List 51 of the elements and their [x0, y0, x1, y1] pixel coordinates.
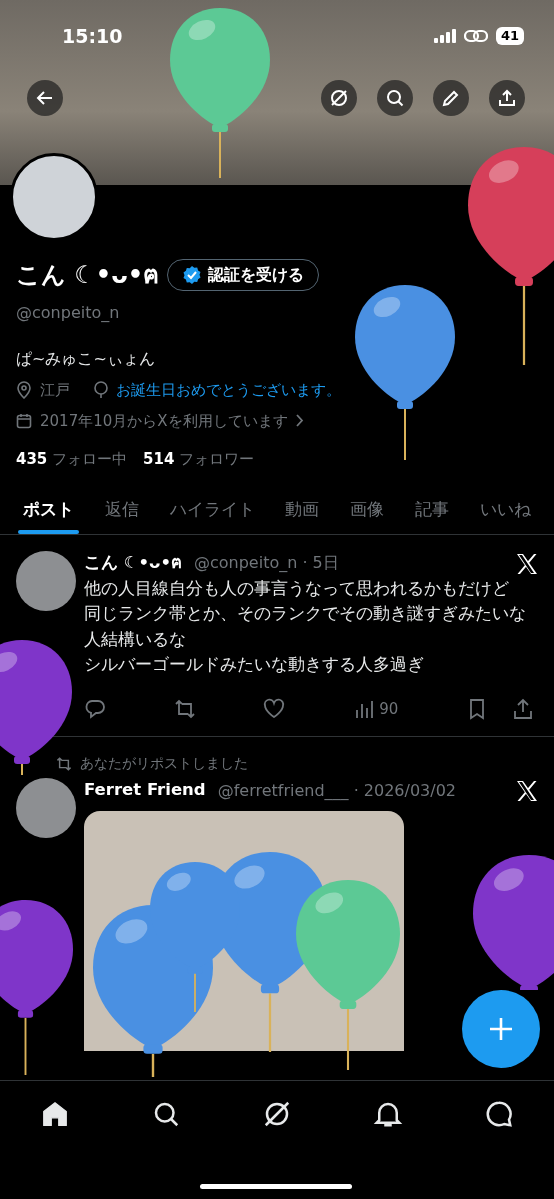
- following-link[interactable]: 435 フォロー中: [16, 448, 128, 471]
- signal-icon: [433, 29, 456, 44]
- profile-name: こん ☾•ᴗ•ฅ: [16, 260, 160, 291]
- profile-tab[interactable]: いいね: [474, 486, 536, 534]
- x-logo-icon: [516, 552, 538, 575]
- pencil-icon[interactable]: [441, 88, 461, 108]
- slashed-circle-icon[interactable]: [329, 88, 349, 108]
- avatar[interactable]: [16, 551, 76, 611]
- location-text: 江戸: [40, 380, 70, 401]
- link-icon: [463, 29, 488, 44]
- like-icon[interactable]: [263, 698, 286, 720]
- grok-button[interactable]: [321, 80, 357, 116]
- status-time: 15:10: [62, 24, 123, 49]
- profile-handle: @conpeito_n: [16, 302, 121, 324]
- search-button[interactable]: [377, 80, 413, 116]
- post-meta: @ferretfriend___ · 2026/03/02: [217, 779, 457, 803]
- back-button[interactable]: [27, 80, 63, 116]
- joined-date: 2017年10月からXを利用しています: [40, 410, 288, 432]
- edit-button[interactable]: [433, 80, 469, 116]
- share-icon[interactable]: [497, 88, 517, 108]
- balloon-icon: [94, 381, 108, 400]
- profile-tab[interactable]: ハイライト: [164, 486, 260, 534]
- repost-icon: [56, 755, 72, 772]
- repost-label: あなたがリポストしました: [80, 754, 248, 774]
- chevron-right-icon: [295, 414, 304, 428]
- birthday-link[interactable]: お誕生日おめでとうございます。: [116, 379, 341, 402]
- verified-badge-icon: [182, 265, 203, 285]
- view-count: 90: [379, 698, 399, 720]
- repost-icon[interactable]: [173, 698, 196, 720]
- location-pin-icon: [16, 381, 32, 400]
- x-logo-icon: [516, 780, 538, 803]
- calendar-icon: [16, 412, 32, 429]
- profile-tab[interactable]: 返信: [99, 486, 144, 534]
- profile-bio: ぱ~みゅこ~ぃょん: [16, 348, 156, 370]
- share-button[interactable]: [489, 80, 525, 116]
- post-text-line: シルバーゴールドみたいな動きする人多過ぎ: [84, 654, 425, 677]
- search-icon[interactable]: [385, 88, 405, 108]
- reply-icon[interactable]: [84, 698, 106, 720]
- profile-tab[interactable]: 記事: [410, 486, 455, 534]
- profile-tab[interactable]: 画像: [345, 486, 390, 534]
- views-icon[interactable]: [353, 698, 376, 720]
- battery-level: 41: [495, 27, 524, 46]
- profile-tab[interactable]: 動画: [280, 486, 325, 534]
- slashed-circle-tab[interactable]: [262, 1099, 292, 1129]
- profile-tab[interactable]: ポスト: [18, 486, 79, 534]
- post-meta: @conpeito_n · 5日: [193, 552, 339, 575]
- followers-link[interactable]: 514 フォロワー: [143, 448, 255, 471]
- post-text-line: 同じランク帯とか、そのランクでその動き謎すぎみたいな人結構いるな: [84, 603, 527, 651]
- author-name: こん ☾•ᴗ•ฅ: [84, 552, 182, 574]
- post-text-line: 他の人目線自分も人の事言うなって思われるかもだけど: [84, 577, 510, 600]
- author-name: Ferret Friend: [84, 779, 206, 802]
